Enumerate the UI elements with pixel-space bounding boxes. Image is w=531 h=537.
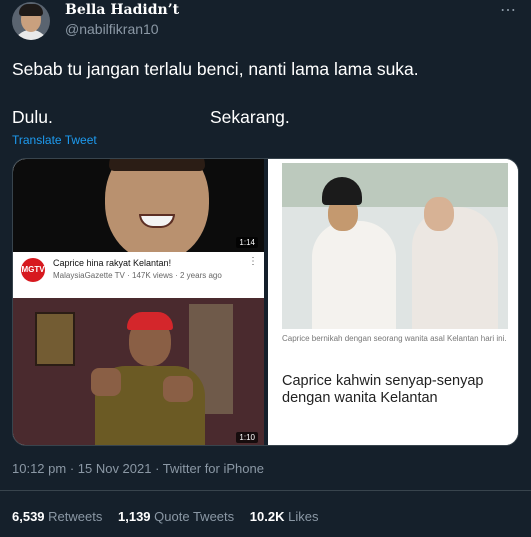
wall-frame xyxy=(35,312,75,366)
video-thumbnail-1: 1:14 xyxy=(13,159,264,252)
likes-stat[interactable]: 10.2K Likes xyxy=(250,509,319,524)
likes-label: Likes xyxy=(288,509,319,524)
video-meta: MalaysiaGazette TV · 147K views · 2 year… xyxy=(53,271,222,280)
display-name[interactable]: Bella Hadidn’t xyxy=(65,2,179,18)
video-thumbnail-2: 1:10 xyxy=(13,298,264,445)
retweets-label: Retweets xyxy=(48,509,103,524)
person-hair xyxy=(109,159,205,171)
likes-count: 10.2K xyxy=(249,509,285,524)
person-head xyxy=(105,159,209,252)
tweet-text: Sebab tu jangan terlalu benci, nanti lam… xyxy=(12,59,419,79)
tweet-text-dulu: Dulu. xyxy=(12,107,53,127)
channel-logo: MGTV xyxy=(21,258,45,282)
user-handle[interactable]: @nabilfikran10 xyxy=(65,21,159,37)
groom-figure xyxy=(312,221,396,329)
tweet-text-sekarang: Sekarang. xyxy=(210,107,290,127)
hand-right xyxy=(163,376,193,402)
wedding-photo xyxy=(282,163,508,329)
photo-caption: Caprice bernikah dengan seorang wanita a… xyxy=(282,334,507,343)
flower-decor xyxy=(282,163,508,207)
media-image-right[interactable]: Caprice bernikah dengan seorang wanita a… xyxy=(268,159,518,445)
tweet-timestamp[interactable]: 10:12 pm · 15 Nov 2021 · Twitter for iPh… xyxy=(12,461,264,476)
more-options-icon[interactable]: ⋯ xyxy=(500,0,517,20)
red-cap xyxy=(127,312,173,330)
divider xyxy=(0,490,531,491)
retweets-stat[interactable]: 6,539 Retweets xyxy=(12,509,102,524)
quote-tweets-stat[interactable]: 1,139 Quote Tweets xyxy=(118,509,234,524)
video-title: Caprice hina rakyat Kelantan! xyxy=(53,258,172,268)
bride-figure xyxy=(412,207,498,329)
video-duration: 1:14 xyxy=(236,237,258,248)
bride-face xyxy=(424,197,454,231)
media-image-left[interactable]: 1:14 MGTV Caprice hina rakyat Kelantan! … xyxy=(13,159,264,445)
hand-left xyxy=(91,368,121,396)
video-duration: 1:10 xyxy=(236,432,258,443)
translate-tweet-link[interactable]: Translate Tweet xyxy=(12,133,97,147)
tweet-header: Bella Hadidn’t @nabilfikran10 ⋯ xyxy=(12,0,519,42)
headline: Caprice kahwin senyap-senyap dengan wani… xyxy=(282,373,484,406)
retweets-count: 6,539 xyxy=(12,509,45,524)
video-more-icon: ⋮ xyxy=(248,256,258,267)
quote-tweets-label: Quote Tweets xyxy=(154,509,235,524)
video-info-row: MGTV Caprice hina rakyat Kelantan! Malay… xyxy=(13,252,264,298)
avatar-hair xyxy=(19,4,43,16)
tweet-media[interactable]: 1:14 MGTV Caprice hina rakyat Kelantan! … xyxy=(12,158,519,446)
quote-tweets-count: 1,139 xyxy=(118,509,151,524)
tweet-stats: 6,539 Retweets 1,139 Quote Tweets 10.2K … xyxy=(12,509,330,524)
avatar[interactable] xyxy=(12,2,50,40)
